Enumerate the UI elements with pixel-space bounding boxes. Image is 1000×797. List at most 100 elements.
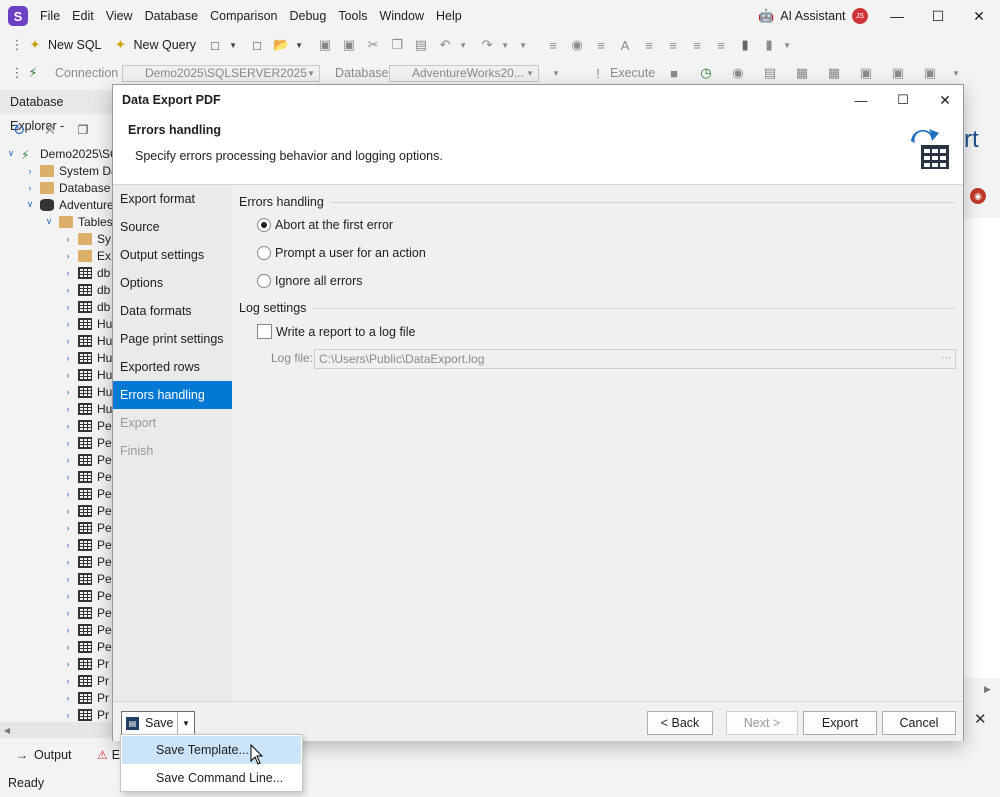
radio-ignore[interactable]: Ignore all errors bbox=[257, 274, 363, 288]
record-icon[interactable]: ◉ bbox=[970, 188, 986, 204]
tree-node[interactable]: › Pe bbox=[62, 468, 112, 485]
indent-more-icon[interactable]: ≡ bbox=[664, 36, 682, 54]
cut-icon[interactable]: ✂ bbox=[364, 36, 382, 54]
menu-tools[interactable]: Tools bbox=[332, 0, 373, 32]
scroll-left-icon[interactable]: ◀ bbox=[2, 725, 12, 735]
expand-icon[interactable]: › bbox=[62, 591, 74, 601]
align-icon[interactable]: ≡ bbox=[688, 36, 706, 54]
tree-node[interactable]: › Sy bbox=[62, 230, 112, 247]
menu-file[interactable]: File bbox=[34, 0, 66, 32]
tree-node[interactable]: › Pe bbox=[62, 434, 112, 451]
schema-icon[interactable]: ▦ bbox=[825, 64, 843, 82]
connection-combo[interactable]: Demo2025\SQLSERVER2025 ▼ bbox=[122, 65, 320, 82]
tree-node[interactable]: › Pe bbox=[62, 485, 112, 502]
next-button[interactable]: Next > bbox=[726, 711, 798, 735]
expand-icon[interactable]: › bbox=[62, 693, 74, 703]
tree-node[interactable]: › Hu bbox=[62, 400, 113, 417]
expand-icon[interactable]: › bbox=[62, 421, 74, 431]
write-report-checkbox[interactable]: Write a report to a log file bbox=[257, 324, 415, 339]
database-combo[interactable]: AdventureWorks20... ▼ bbox=[389, 65, 539, 82]
tree-node[interactable]: › db bbox=[62, 281, 111, 298]
collapse-icon[interactable]: ∨ bbox=[5, 148, 17, 159]
expand-icon[interactable]: › bbox=[62, 540, 74, 550]
expand-icon[interactable]: › bbox=[62, 251, 74, 261]
step-page-print-settings[interactable]: Page print settings bbox=[113, 325, 232, 353]
export-icon[interactable]: ▣ bbox=[921, 64, 939, 82]
expand-icon[interactable]: › bbox=[62, 557, 74, 567]
tree-node[interactable]: › Pe bbox=[62, 536, 112, 553]
expand-icon[interactable]: › bbox=[62, 489, 74, 499]
undo-icon[interactable]: ↶ bbox=[436, 36, 454, 54]
script-icon[interactable]: ▤ bbox=[761, 64, 779, 82]
tree-node[interactable]: › Hu bbox=[62, 332, 113, 349]
tree-node[interactable]: › Ex bbox=[62, 247, 112, 264]
save-icon[interactable]: ▣ bbox=[316, 36, 334, 54]
tree-node[interactable]: › Database bbox=[24, 179, 111, 196]
tree-node[interactable]: › Pe bbox=[62, 621, 112, 638]
menu-debug[interactable]: Debug bbox=[283, 0, 332, 32]
execute-button[interactable]: Execute bbox=[610, 66, 655, 80]
chevron-down-icon[interactable]: ▼ bbox=[947, 64, 965, 82]
expand-icon[interactable]: › bbox=[62, 659, 74, 669]
cancel-button[interactable]: Cancel bbox=[882, 711, 956, 735]
step-data-formats[interactable]: Data formats bbox=[113, 297, 232, 325]
chevron-down-icon[interactable]: ▼ bbox=[290, 36, 308, 54]
save-all-icon[interactable]: ▣ bbox=[340, 36, 358, 54]
dialog-maximize-icon[interactable]: ☐ bbox=[895, 92, 911, 108]
explorer-header[interactable]: Database Explorer - bbox=[0, 90, 112, 133]
expand-icon[interactable]: › bbox=[62, 676, 74, 686]
comment-icon[interactable]: ≡ bbox=[712, 36, 730, 54]
expand-icon[interactable]: › bbox=[62, 404, 74, 414]
expand-icon[interactable]: › bbox=[62, 523, 74, 533]
tree-node[interactable]: › Hu bbox=[62, 315, 113, 332]
connect-plug-icon[interactable]: ⚡ bbox=[24, 64, 42, 82]
refresh-icon[interactable]: ↻ bbox=[11, 122, 27, 139]
expand-icon[interactable]: › bbox=[62, 472, 74, 482]
step-exported-rows[interactable]: Exported rows bbox=[113, 353, 232, 381]
expand-icon[interactable]: › bbox=[62, 710, 74, 720]
export-button[interactable]: Export bbox=[803, 711, 877, 735]
radio-abort[interactable]: Abort at the first error bbox=[257, 218, 393, 232]
minimize-icon[interactable]: — bbox=[874, 0, 920, 32]
tree-node[interactable]: › Pe bbox=[62, 451, 112, 468]
tree-node[interactable]: › Hu bbox=[62, 349, 113, 366]
format-icon[interactable]: ≡ bbox=[544, 36, 562, 54]
dialog-close-icon[interactable]: ✕ bbox=[937, 92, 953, 108]
indent-icon[interactable]: ≡ bbox=[592, 36, 610, 54]
step-errors-handling[interactable]: Errors handling bbox=[113, 381, 232, 409]
tree-node[interactable]: › Hu bbox=[62, 383, 113, 400]
chart-icon[interactable]: ▣ bbox=[889, 64, 907, 82]
scroll-right-icon[interactable]: ▶ bbox=[984, 684, 991, 695]
chevron-down-icon[interactable]: ▼ bbox=[547, 64, 565, 82]
tree-node[interactable]: › db bbox=[62, 264, 111, 281]
step-export-format[interactable]: Export format bbox=[113, 185, 232, 213]
tree-node[interactable]: › Pe bbox=[62, 417, 112, 434]
delete-icon[interactable]: ✕ bbox=[42, 122, 58, 139]
chevron-down-icon[interactable]: ▼ bbox=[496, 36, 514, 54]
close-panel-icon[interactable]: ✕ bbox=[974, 710, 987, 728]
expand-icon[interactable]: › bbox=[62, 336, 74, 346]
save-dropdown-button[interactable]: ▼ bbox=[178, 712, 194, 734]
tree-node[interactable]: › Pr bbox=[62, 689, 110, 706]
expand-icon[interactable]: › bbox=[62, 455, 74, 465]
image-icon[interactable]: ▣ bbox=[857, 64, 875, 82]
table-icon[interactable]: ▦ bbox=[793, 64, 811, 82]
tree-node[interactable]: › System Da bbox=[24, 162, 113, 179]
expand-icon[interactable]: › bbox=[24, 183, 36, 193]
menu-comparison[interactable]: Comparison bbox=[204, 0, 283, 32]
horizontal-scrollbar[interactable]: ◀ bbox=[0, 722, 112, 738]
browse-icon[interactable]: ⋯ bbox=[941, 350, 951, 368]
tree-node[interactable]: › Pe bbox=[62, 519, 112, 536]
menu-item-save-template[interactable]: Save Template... bbox=[122, 736, 301, 764]
expand-icon[interactable]: › bbox=[62, 608, 74, 618]
menu-edit[interactable]: Edit bbox=[66, 0, 100, 32]
collapse-icon[interactable]: ∨ bbox=[24, 199, 36, 210]
bookmark-next-icon[interactable]: ▮ bbox=[760, 36, 778, 54]
expand-icon[interactable]: › bbox=[62, 285, 74, 295]
user-avatar[interactable]: JS bbox=[852, 8, 868, 24]
tree-node[interactable]: › db bbox=[62, 298, 111, 315]
copy-icon[interactable]: ❐ bbox=[388, 36, 406, 54]
new-file-icon[interactable]: □ bbox=[248, 36, 266, 54]
chevron-down-icon[interactable]: ▼ bbox=[454, 36, 472, 54]
back-button[interactable]: < Back bbox=[647, 711, 713, 735]
